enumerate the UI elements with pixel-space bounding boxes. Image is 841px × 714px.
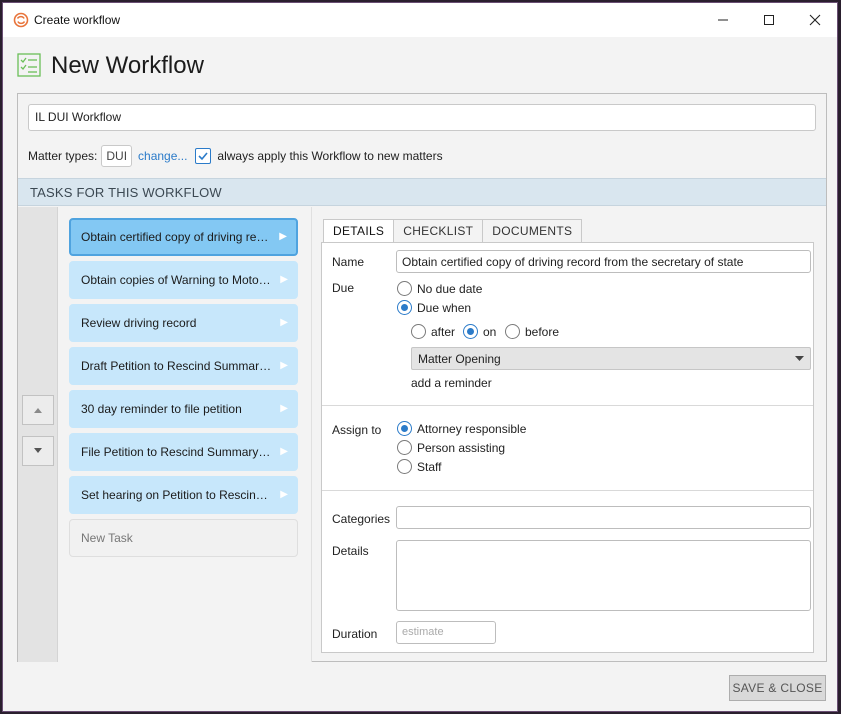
always-apply-checkbox[interactable] [195, 148, 212, 164]
chevron-right-icon: ▶ [280, 403, 288, 414]
task-item[interactable]: Obtain certified copy of driving rec... … [69, 218, 298, 256]
task-label: File Petition to Rescind Summary Su... [81, 445, 287, 459]
reorder-rail [18, 207, 58, 662]
timing-option-after[interactable]: after [411, 324, 455, 339]
arrow-down-icon [34, 448, 42, 453]
new-task-item[interactable]: New Task [69, 519, 298, 557]
maximize-button[interactable] [746, 3, 792, 37]
close-icon [809, 14, 821, 26]
task-item[interactable]: Set hearing on Petition to Rescind S... … [69, 476, 298, 514]
event-select[interactable]: Matter Opening [411, 347, 811, 370]
chevron-right-icon: ▶ [280, 446, 288, 457]
task-item[interactable]: File Petition to Rescind Summary Su... ▶ [69, 433, 298, 471]
page-title: New Workflow [51, 52, 204, 79]
maximize-icon [764, 15, 774, 25]
radio-label: Attorney responsible [417, 421, 527, 436]
task-item[interactable]: Obtain copies of Warning to Motori... ▶ [69, 261, 298, 299]
duration-label: Duration [332, 627, 378, 641]
radio-label: after [431, 324, 456, 339]
task-label: Obtain copies of Warning to Motori... [81, 273, 276, 287]
tab-details[interactable]: DETAILS [323, 219, 395, 244]
radio-button[interactable] [463, 324, 478, 339]
task-list: Obtain certified copy of driving rec... … [58, 207, 311, 662]
event-select-value: Matter Opening [418, 352, 501, 366]
app-logo-icon [13, 12, 29, 28]
chevron-right-icon: ▶ [279, 231, 287, 242]
tab-checklist[interactable]: CHECKLIST [393, 219, 484, 243]
name-label: Name [332, 255, 365, 269]
chevron-right-icon: ▶ [280, 317, 288, 328]
task-label: Draft Petition to Rescind Summary S... [81, 359, 287, 373]
radio-button[interactable] [397, 459, 412, 474]
chevron-right-icon: ▶ [280, 489, 288, 500]
categories-label: Categories [332, 512, 391, 526]
arrow-up-icon [34, 408, 42, 413]
assign-option-attorney[interactable]: Attorney responsible [397, 421, 526, 436]
task-item[interactable]: 30 day reminder to file petition ▶ [69, 390, 298, 428]
task-item[interactable]: Draft Petition to Rescind Summary S... ▶ [69, 347, 298, 385]
task-item[interactable]: Review driving record ▶ [69, 304, 298, 342]
radio-label: Person assisting [417, 440, 506, 455]
radio-label: No due date [417, 281, 483, 296]
radio-button[interactable] [397, 440, 412, 455]
task-label: 30 day reminder to file petition [81, 402, 242, 416]
section-divider [322, 405, 813, 406]
chevron-right-icon: ▶ [280, 274, 288, 285]
always-apply-label: always apply this Workflow to new matter… [217, 149, 443, 163]
minimize-icon [718, 19, 728, 21]
task-name-input[interactable]: Obtain certified copy of driving record … [396, 250, 811, 273]
title-bar: Create workflow [3, 3, 837, 37]
due-option-when[interactable]: Due when [397, 300, 471, 315]
task-details-panel: Name Obtain certified copy of driving re… [321, 242, 814, 653]
window-title: Create workflow [34, 13, 121, 27]
tasks-section-heading: TASKS FOR THIS WORKFLOW [18, 178, 826, 206]
matter-types-label: Matter types: [28, 149, 98, 163]
radio-button[interactable] [397, 281, 412, 296]
task-label: Set hearing on Petition to Rescind S... [81, 488, 284, 502]
radio-label: Staff [417, 459, 442, 474]
due-label: Due [332, 281, 355, 295]
minimize-button[interactable] [700, 3, 746, 37]
tab-documents[interactable]: DOCUMENTS [482, 219, 583, 243]
save-and-close-button[interactable]: SAVE & CLOSE [729, 675, 826, 701]
workflow-panel: IL DUI Workflow Matter types: DUI change… [17, 93, 827, 662]
details-label: Details [332, 544, 369, 558]
radio-button[interactable] [397, 421, 412, 436]
assign-option-person-assisting[interactable]: Person assisting [397, 440, 505, 455]
duration-input[interactable]: estimate [396, 621, 496, 644]
radio-label: before [525, 324, 560, 339]
radio-button[interactable] [411, 324, 426, 339]
checkmark-icon [198, 152, 209, 161]
create-workflow-window: Create workflow New Workflow IL DUI Work… [2, 2, 838, 712]
timing-option-on[interactable]: on [463, 324, 496, 339]
due-option-none[interactable]: No due date [397, 281, 482, 296]
move-down-button[interactable] [22, 436, 54, 466]
section-divider [322, 490, 813, 491]
categories-input[interactable] [396, 506, 811, 529]
move-up-button[interactable] [22, 395, 54, 425]
assign-to-label: Assign to [332, 423, 382, 437]
close-button[interactable] [792, 3, 838, 37]
timing-option-before[interactable]: before [505, 324, 559, 339]
radio-button[interactable] [397, 300, 412, 315]
add-reminder-link[interactable]: add a reminder [411, 376, 492, 390]
dropdown-arrow-icon [795, 356, 804, 361]
change-matter-types-link[interactable]: change... [138, 149, 187, 163]
workflow-name-input[interactable]: IL DUI Workflow [28, 104, 816, 131]
chevron-right-icon: ▶ [280, 360, 288, 371]
radio-button[interactable] [505, 324, 520, 339]
panel-divider [311, 207, 312, 662]
radio-label: Due when [417, 300, 472, 315]
detail-tabs: DETAILS CHECKLIST DOCUMENTS [323, 219, 583, 244]
task-label: Obtain certified copy of driving rec... [81, 230, 273, 244]
matter-type-value: DUI [101, 145, 133, 167]
matter-types-row: Matter types: DUI change... always apply… [28, 144, 443, 168]
task-label: Review driving record [81, 316, 197, 330]
checklist-icon [17, 53, 41, 77]
assign-option-staff[interactable]: Staff [397, 459, 441, 474]
details-textarea[interactable] [396, 540, 811, 611]
radio-label: on [483, 324, 497, 339]
